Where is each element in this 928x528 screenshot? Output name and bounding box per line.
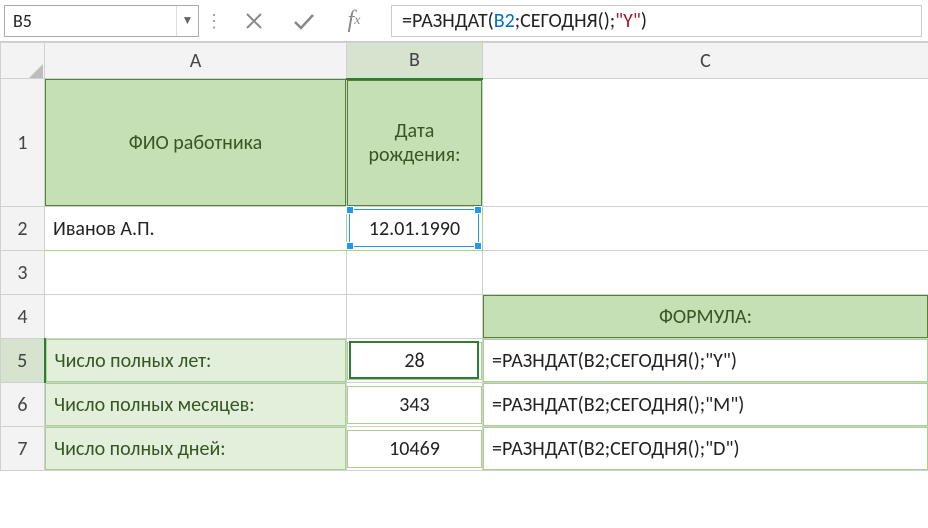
cell-b5[interactable]: 28 — [347, 339, 483, 383]
cell-value: 28 — [347, 342, 482, 380]
cell-a7[interactable]: Число полных дней: — [45, 427, 347, 471]
insert-function-button[interactable]: fx — [329, 5, 379, 37]
cell-c6[interactable]: =РАЗНДАТ(B2;СЕГОДНЯ();"M") — [483, 383, 928, 427]
column-header-c[interactable]: C — [483, 43, 928, 79]
cell-a1[interactable]: ФИО работника — [45, 79, 347, 207]
cell-value: Число полных дней: — [45, 427, 346, 470]
row-header-1[interactable]: 1 — [1, 79, 45, 207]
cell-b7[interactable]: 10469 — [347, 427, 483, 471]
table-row: 1 ФИО работника Дата рождения: — [1, 79, 928, 207]
header-cell: Дата рождения: — [347, 80, 482, 207]
column-header-row: A B C — [1, 43, 928, 79]
cell-value: =РАЗНДАТ(B2;СЕГОДНЯ();"D") — [483, 427, 928, 470]
cell-b4[interactable] — [347, 295, 483, 339]
row-header-5[interactable]: 5 — [1, 339, 45, 383]
formula-text: ) — [641, 9, 647, 33]
cell-c1[interactable] — [483, 79, 928, 207]
cell-a6[interactable]: Число полных месяцев: — [45, 383, 347, 427]
select-all-corner[interactable] — [1, 43, 45, 79]
table-row: 2 Иванов А.П. 12.01.1990 — [1, 207, 928, 251]
row-header-6[interactable]: 6 — [1, 383, 45, 427]
column-header-b[interactable]: B — [347, 43, 483, 79]
table-row: 3 — [1, 251, 928, 295]
formula-string: "Y" — [615, 9, 641, 33]
row-header-4[interactable]: 4 — [1, 295, 45, 339]
table-row: 5 Число полных лет: 28 =РАЗНДАТ(B2;СЕГОД… — [1, 339, 928, 383]
formula-bar: B5 ▼ ⋮ fx =РАЗНДАТ(B2;СЕГОДНЯ();"Y") — [0, 0, 928, 42]
row-header-7[interactable]: 7 — [1, 427, 45, 471]
column-header-a[interactable]: A — [45, 43, 347, 79]
name-box-value: B5 — [5, 10, 176, 32]
cell-b6[interactable]: 343 — [347, 383, 483, 427]
formula-bar-divider: ⋮ — [199, 10, 229, 32]
cell-b3[interactable] — [347, 251, 483, 295]
cell-c3[interactable] — [483, 251, 928, 295]
cell-c7[interactable]: =РАЗНДАТ(B2;СЕГОДНЯ();"D") — [483, 427, 928, 471]
name-box[interactable]: B5 ▼ — [4, 5, 199, 37]
worksheet-grid[interactable]: A B C 1 ФИО работника Дата рождения: 2 И… — [0, 42, 928, 471]
cancel-button[interactable] — [229, 5, 279, 37]
cell-value: 343 — [347, 386, 482, 424]
cell-value: Число полных лет: — [46, 339, 347, 382]
cell-a2[interactable]: Иванов А.П. — [45, 207, 347, 251]
cell-b2[interactable]: 12.01.1990 — [347, 207, 483, 251]
table-row: 4 ФОРМУЛА: — [1, 295, 928, 339]
cell-value: =РАЗНДАТ(B2;СЕГОДНЯ();"Y") — [483, 339, 928, 382]
table-row: 6 Число полных месяцев: 343 =РАЗНДАТ(B2;… — [1, 383, 928, 427]
row-header-2[interactable]: 2 — [1, 207, 45, 251]
header-cell: ФОРМУЛА: — [483, 295, 928, 338]
cell-value: 10469 — [347, 430, 482, 468]
cell-c2[interactable] — [483, 207, 928, 251]
enter-button[interactable] — [279, 5, 329, 37]
table-row: 7 Число полных дней: 10469 =РАЗНДАТ(B2;С… — [1, 427, 928, 471]
header-cell: ФИО работника — [45, 79, 346, 206]
cell-a4[interactable] — [45, 295, 347, 339]
name-box-dropdown[interactable]: ▼ — [176, 6, 198, 36]
cell-value: =РАЗНДАТ(B2;СЕГОДНЯ();"M") — [483, 383, 928, 426]
formula-text: =РАЗНДАТ( — [402, 9, 494, 33]
cell-value: Число полных месяцев: — [45, 383, 346, 426]
cell-a5[interactable]: Число полных лет: — [45, 339, 347, 383]
formula-text: ;СЕГОДНЯ(); — [515, 9, 615, 33]
cell-c4[interactable]: ФОРМУЛА: — [483, 295, 928, 339]
cell-value: 12.01.1990 — [347, 211, 482, 247]
cell-a3[interactable] — [45, 251, 347, 295]
row-header-3[interactable]: 3 — [1, 251, 45, 295]
cell-value: Иванов А.П. — [45, 211, 346, 247]
formula-input[interactable]: =РАЗНДАТ(B2;СЕГОДНЯ();"Y") — [391, 5, 922, 37]
formula-ref: B2 — [494, 9, 515, 33]
cell-c5[interactable]: =РАЗНДАТ(B2;СЕГОДНЯ();"Y") — [483, 339, 928, 383]
cell-b1[interactable]: Дата рождения: — [347, 79, 483, 207]
